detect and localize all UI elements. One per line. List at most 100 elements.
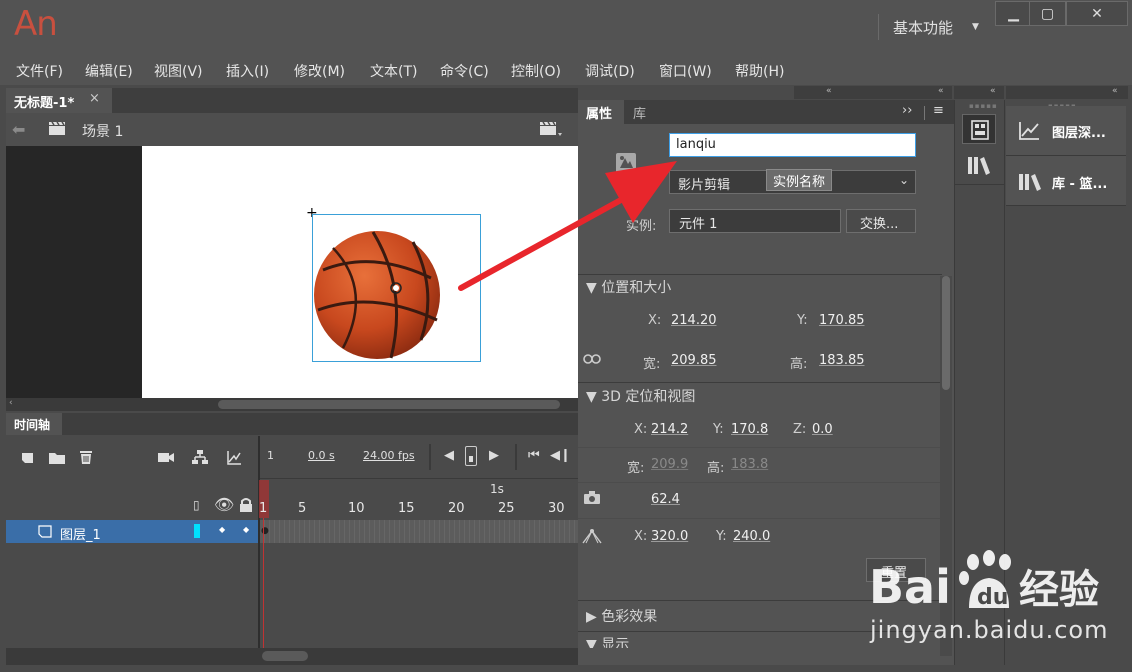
- vanishing-x-value[interactable]: 320.0: [651, 529, 688, 544]
- instance-symbol-field[interactable]: 元件 1: [669, 209, 841, 233]
- maximize-button[interactable]: ▢: [1029, 1, 1066, 26]
- center-frame-icon[interactable]: [465, 446, 477, 466]
- ruler-tick: 20: [448, 501, 465, 516]
- menu-text[interactable]: 文本(T): [370, 61, 417, 81]
- swap-button[interactable]: 交换...: [846, 209, 916, 233]
- grip-icon[interactable]: ▪▪▪▪▪: [969, 102, 998, 110]
- timeline-tab-bar: [6, 413, 578, 435]
- camera-icon[interactable]: [157, 451, 175, 464]
- properties-scrollbar-thumb[interactable]: [942, 276, 950, 390]
- minimize-button[interactable]: ▁: [995, 1, 1032, 26]
- scrollbar-thumb[interactable]: [218, 400, 560, 409]
- height-label: 高:: [790, 357, 808, 372]
- basketball-instance[interactable]: [313, 230, 441, 360]
- new-folder-icon[interactable]: [48, 451, 66, 465]
- vanishing-x-label: X:: [634, 529, 648, 544]
- menu-insert[interactable]: 插入(I): [226, 61, 269, 81]
- layer-color-swatch[interactable]: [194, 524, 200, 538]
- menu-help[interactable]: 帮助(H): [735, 61, 784, 81]
- current-frame[interactable]: 1: [267, 449, 274, 462]
- eye-icon[interactable]: 👁: [214, 495, 234, 514]
- ruler-tick: 10: [348, 501, 365, 516]
- perspective-camera-icon: [583, 490, 601, 505]
- h3d-value: 183.8: [731, 457, 769, 472]
- graph-icon[interactable]: [226, 450, 242, 466]
- lock-icon[interactable]: [239, 497, 253, 513]
- y3d-value[interactable]: 170.8: [731, 422, 768, 437]
- collapse-icon[interactable]: «: [938, 86, 944, 96]
- panel-strip: [1006, 86, 1128, 99]
- menu-view[interactable]: 视图(V): [154, 61, 203, 81]
- frame-ruler[interactable]: [260, 478, 578, 520]
- panel-separator: [578, 382, 940, 383]
- x3d-value[interactable]: 214.2: [651, 422, 688, 437]
- panel-strip: [794, 86, 952, 99]
- workspace-switcher[interactable]: 基本功能: [893, 17, 953, 38]
- close-icon[interactable]: ×: [89, 91, 100, 106]
- height-value[interactable]: 183.85: [819, 353, 865, 368]
- title-divider: [878, 14, 879, 40]
- y-value[interactable]: 170.85: [819, 313, 865, 328]
- svg-text:Bai: Bai: [869, 560, 951, 614]
- layer-frames[interactable]: [260, 520, 578, 543]
- x-value[interactable]: 214.20: [671, 313, 717, 328]
- menu-modify[interactable]: 修改(M): [294, 61, 345, 81]
- perspective-angle-value[interactable]: 62.4: [651, 492, 680, 507]
- step-back-icon[interactable]: ◀: [444, 448, 454, 463]
- frame-rate[interactable]: 24.00 fps: [363, 449, 415, 462]
- menu-edit[interactable]: 编辑(E): [85, 61, 133, 81]
- layer-parenting-icon[interactable]: [191, 449, 209, 465]
- scroll-left-icon[interactable]: ‹: [9, 398, 13, 408]
- toolbar-divider: [515, 444, 517, 470]
- width-value[interactable]: 209.85: [671, 353, 717, 368]
- layer-name[interactable]: 图层_1: [60, 524, 101, 543]
- title-bar: [0, 0, 1132, 55]
- new-layer-icon[interactable]: [20, 451, 36, 465]
- instance-name-input[interactable]: lanqiu: [669, 133, 916, 157]
- outline-icon[interactable]: ▯: [193, 498, 200, 512]
- section-color-effect[interactable]: ▶ 色彩效果: [586, 606, 657, 626]
- step-forward-icon[interactable]: ▶: [489, 448, 499, 463]
- menu-control[interactable]: 控制(O): [511, 61, 561, 81]
- collapse-icon[interactable]: «: [826, 86, 832, 96]
- trash-icon[interactable]: [78, 449, 94, 465]
- go-to-first-icon[interactable]: ⏮: [528, 448, 540, 463]
- menu-commands[interactable]: 命令(C): [440, 61, 489, 81]
- layer-depth-panel-button[interactable]: 图层深...: [1006, 106, 1126, 156]
- w3d-value: 209.9: [651, 457, 689, 472]
- menu-window[interactable]: 窗口(W): [659, 61, 712, 81]
- collapse-icon[interactable]: «: [1112, 86, 1118, 96]
- panel-menu-icon[interactable]: ≡: [933, 103, 944, 118]
- properties-dock-button[interactable]: [962, 114, 996, 144]
- current-time[interactable]: 0.0 s: [308, 449, 335, 462]
- edit-scene-icon[interactable]: [539, 120, 563, 138]
- menu-debug[interactable]: 调试(D): [585, 61, 635, 81]
- timeline-scrollbar-thumb[interactable]: [262, 651, 308, 661]
- section-3d[interactable]: ▼ 3D 定位和视图: [586, 386, 695, 406]
- scene-clapper-icon: [48, 121, 66, 135]
- app-logo: An: [14, 4, 58, 44]
- document-tab-title: 无标题-1*: [14, 96, 75, 111]
- link-icon[interactable]: [583, 353, 601, 365]
- lock-dot-icon[interactable]: ◆: [243, 525, 249, 534]
- tab-divider: [924, 106, 925, 120]
- library-panel-button[interactable]: 库 - 篮...: [1006, 156, 1126, 206]
- menu-file[interactable]: 文件(F): [16, 61, 63, 81]
- collapse-icon[interactable]: «: [990, 86, 996, 96]
- vanishing-y-value[interactable]: 240.0: [733, 529, 770, 544]
- close-button[interactable]: ✕: [1066, 1, 1128, 26]
- tab-library[interactable]: 库: [633, 103, 646, 122]
- tab-properties-label: 属性: [586, 107, 613, 122]
- expand-triangle-icon: ▶: [586, 609, 602, 625]
- z3d-value[interactable]: 0.0: [812, 422, 833, 437]
- back-arrow-icon[interactable]: ⬅: [12, 120, 25, 139]
- z3d-label: Z:: [793, 422, 807, 437]
- x3d-label: X:: [634, 422, 648, 437]
- chevron-down-icon[interactable]: ▼: [972, 22, 979, 32]
- collapse-triangle-icon: ▼: [586, 389, 602, 405]
- rewind-icon[interactable]: ◀❙: [550, 448, 571, 463]
- library-dock-icon[interactable]: [966, 154, 992, 176]
- visibility-dot-icon[interactable]: ◆: [219, 525, 225, 534]
- expand-icon[interactable]: ››: [902, 103, 912, 118]
- panel-separator: [954, 184, 1004, 185]
